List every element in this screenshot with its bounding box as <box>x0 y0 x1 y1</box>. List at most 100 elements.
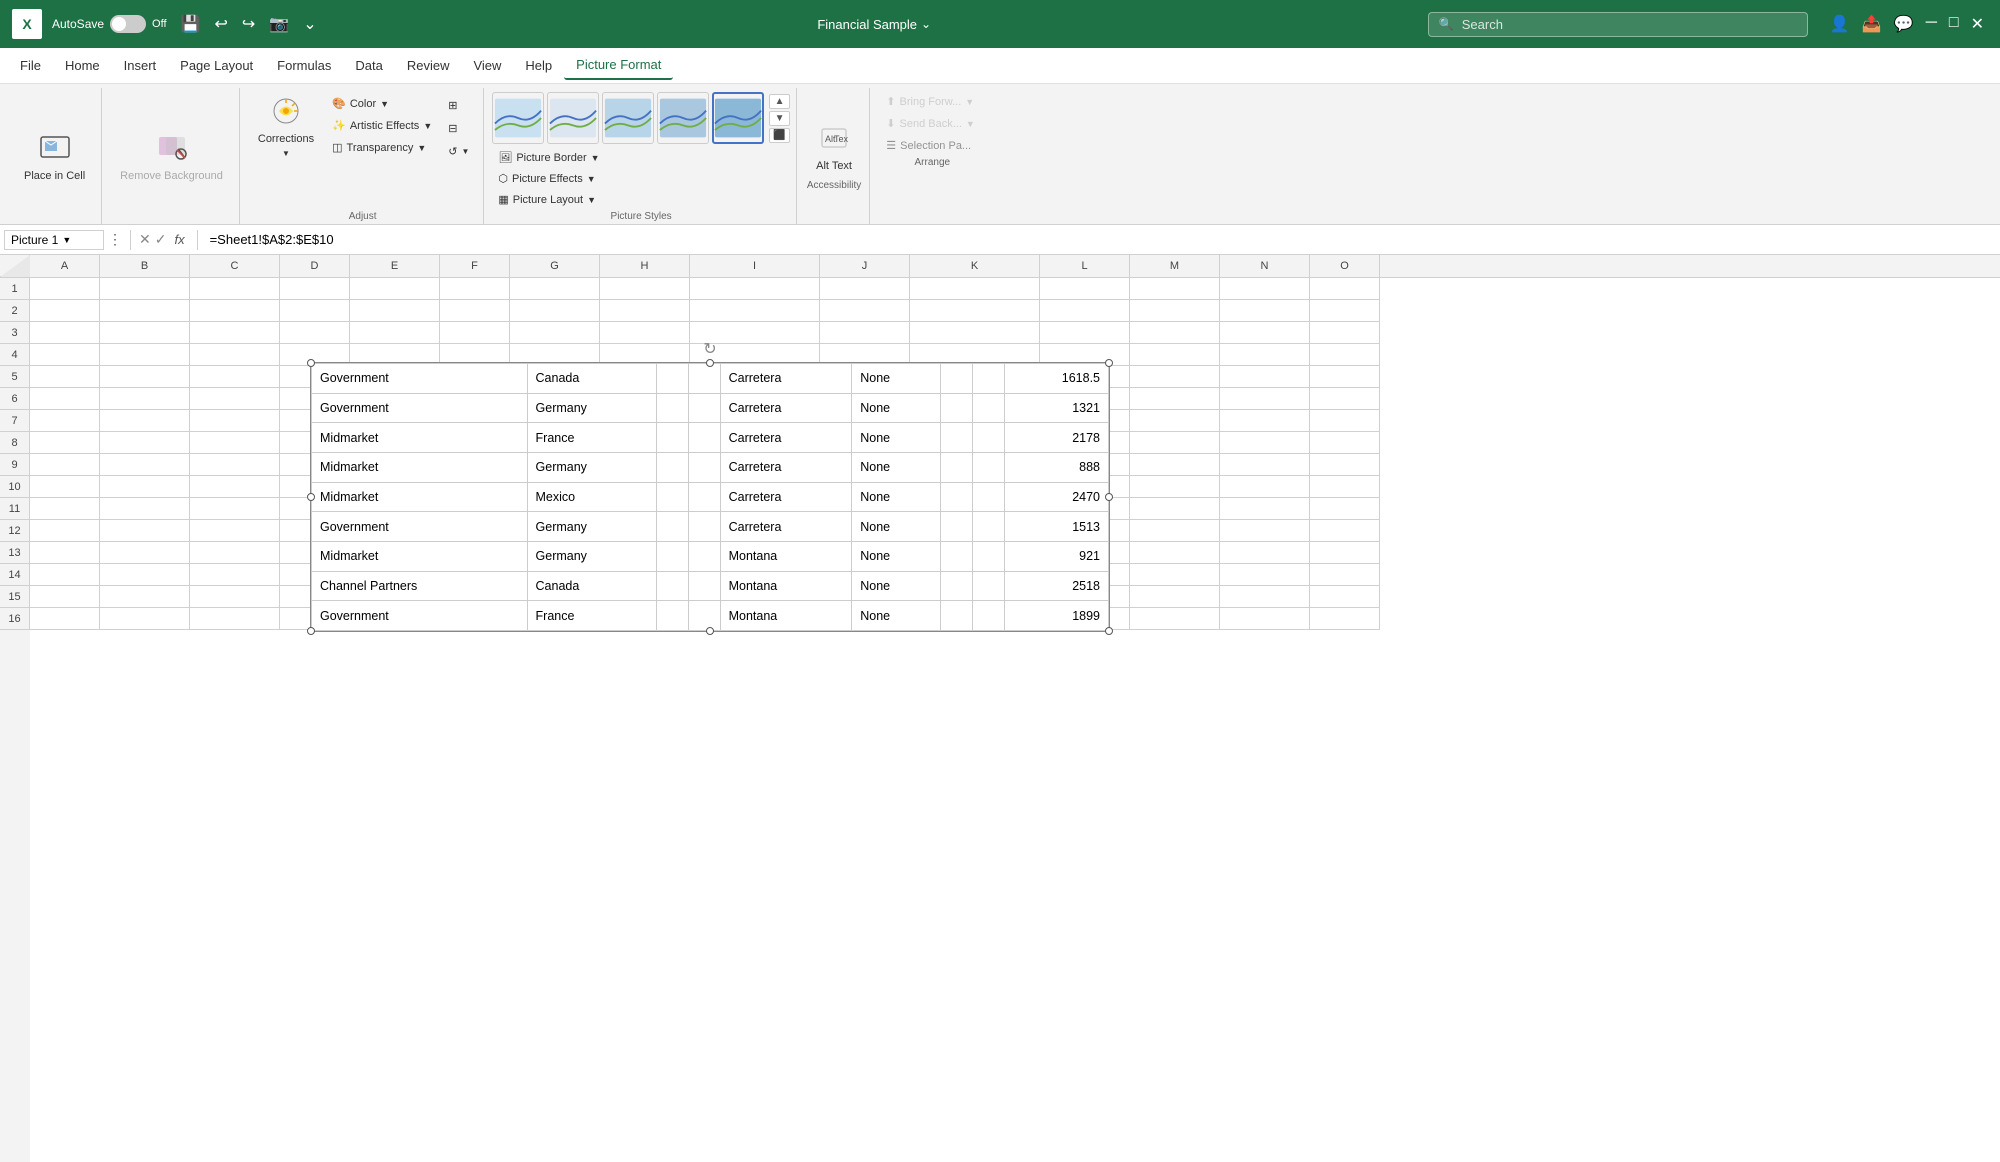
artistic-effects-button[interactable]: ✨ Artistic Effects ▼ <box>326 116 438 135</box>
cell-c12[interactable] <box>190 520 280 542</box>
cell-country-9[interactable]: France <box>527 601 656 631</box>
cell-o9[interactable] <box>1310 454 1380 476</box>
cell-value-9[interactable]: 1899 <box>1004 601 1108 631</box>
cell-m2[interactable] <box>1130 300 1220 322</box>
cell-b16[interactable] <box>100 608 190 630</box>
cell-c4[interactable] <box>190 344 280 366</box>
cell-discount-3[interactable]: None <box>852 423 940 453</box>
pic-style-1[interactable] <box>492 92 544 144</box>
minimize-icon[interactable]: ─ <box>1922 12 1941 36</box>
row-header-4[interactable]: 4 <box>0 344 30 366</box>
place-in-cell-button[interactable]: Place in Cell <box>16 127 93 187</box>
cell-c16[interactable] <box>190 608 280 630</box>
cell-country-1[interactable]: Canada <box>527 364 656 394</box>
close-icon[interactable]: ✕ <box>1967 12 1988 36</box>
cell-m8[interactable] <box>1130 432 1220 454</box>
cell-c3[interactable] <box>190 322 280 344</box>
cell-k2[interactable] <box>910 300 1040 322</box>
row-header-9[interactable]: 9 <box>0 454 30 476</box>
handle-bottom-center[interactable] <box>706 627 714 635</box>
cell-g2[interactable] <box>510 300 600 322</box>
menu-review[interactable]: Review <box>395 52 462 79</box>
col-header-k[interactable]: K <box>910 255 1040 277</box>
cell-country-5[interactable]: Mexico <box>527 482 656 512</box>
cell-c15[interactable] <box>190 586 280 608</box>
cell-l2[interactable] <box>1040 300 1130 322</box>
cell-product-9[interactable]: Montana <box>720 601 852 631</box>
cell-o8[interactable] <box>1310 432 1380 454</box>
picture-layout-button[interactable]: ▦ Picture Layout ▼ <box>492 190 789 209</box>
cell-a1[interactable] <box>30 278 100 300</box>
cell-m10[interactable] <box>1130 476 1220 498</box>
remove-background-button[interactable]: Remove Background <box>112 127 231 187</box>
cell-country-7[interactable]: Germany <box>527 541 656 571</box>
cell-m15[interactable] <box>1130 586 1220 608</box>
cell-b10[interactable] <box>100 476 190 498</box>
col-header-g[interactable]: G <box>510 255 600 277</box>
col-header-h[interactable]: H <box>600 255 690 277</box>
cell-discount-5[interactable]: None <box>852 482 940 512</box>
menu-formulas[interactable]: Formulas <box>265 52 343 79</box>
cell-b7[interactable] <box>100 410 190 432</box>
alt-text-button[interactable]: Alt Text Alt Text <box>808 121 860 177</box>
cell-o5[interactable] <box>1310 366 1380 388</box>
cell-product-5[interactable]: Carretera <box>720 482 852 512</box>
cell-product-8[interactable]: Montana <box>720 571 852 601</box>
cell-b1[interactable] <box>100 278 190 300</box>
cell-h1[interactable] <box>600 278 690 300</box>
cell-a8[interactable] <box>30 432 100 454</box>
cell-b9[interactable] <box>100 454 190 476</box>
cell-product-3[interactable]: Carretera <box>720 423 852 453</box>
cell-m12[interactable] <box>1130 520 1220 542</box>
cell-c5[interactable] <box>190 366 280 388</box>
cell-a5[interactable] <box>30 366 100 388</box>
cell-value-8[interactable]: 2518 <box>1004 571 1108 601</box>
cell-a7[interactable] <box>30 410 100 432</box>
cell-n10[interactable] <box>1220 476 1310 498</box>
send-backward-button[interactable]: ⬇ Send Back... ▼ <box>880 114 984 133</box>
cell-n9[interactable] <box>1220 454 1310 476</box>
cell-m11[interactable] <box>1130 498 1220 520</box>
rotate-handle[interactable]: ↻ <box>703 339 716 359</box>
cell-a2[interactable] <box>30 300 100 322</box>
cell-g1[interactable] <box>510 278 600 300</box>
handle-bottom-right[interactable] <box>1105 627 1113 635</box>
formula-bar-options-icon[interactable]: ⋮ <box>108 231 122 248</box>
cell-b8[interactable] <box>100 432 190 454</box>
cell-n15[interactable] <box>1220 586 1310 608</box>
cell-value-2[interactable]: 1321 <box>1004 393 1108 423</box>
cell-n14[interactable] <box>1220 564 1310 586</box>
cell-n8[interactable] <box>1220 432 1310 454</box>
col-header-l[interactable]: L <box>1040 255 1130 277</box>
cell-discount-8[interactable]: None <box>852 571 940 601</box>
autosave-toggle[interactable] <box>110 15 146 33</box>
handle-top-right[interactable] <box>1105 359 1113 367</box>
cell-b5[interactable] <box>100 366 190 388</box>
cell-country-2[interactable]: Germany <box>527 393 656 423</box>
transparency-button[interactable]: ◫ Transparency ▼ <box>326 138 438 157</box>
row-header-15[interactable]: 15 <box>0 586 30 608</box>
cell-value-4[interactable]: 888 <box>1004 452 1108 482</box>
menu-data[interactable]: Data <box>343 52 394 79</box>
name-box[interactable]: Picture 1 ▼ <box>4 230 104 250</box>
pic-style-3[interactable] <box>602 92 654 144</box>
cell-f3[interactable] <box>440 322 510 344</box>
cell-d3[interactable] <box>280 322 350 344</box>
cell-segment-3[interactable]: Midmarket <box>312 423 528 453</box>
cell-o3[interactable] <box>1310 322 1380 344</box>
menu-help[interactable]: Help <box>513 52 564 79</box>
cell-c13[interactable] <box>190 542 280 564</box>
cell-b13[interactable] <box>100 542 190 564</box>
reset-picture-button[interactable]: ↺ ▼ <box>442 142 475 161</box>
cell-d2[interactable] <box>280 300 350 322</box>
cell-j3[interactable] <box>820 322 910 344</box>
filename-dropdown-icon[interactable]: ⌄ <box>921 17 931 32</box>
cell-n16[interactable] <box>1220 608 1310 630</box>
cell-product-6[interactable]: Carretera <box>720 512 852 542</box>
cell-product-1[interactable]: Carretera <box>720 364 852 394</box>
cell-m9[interactable] <box>1130 454 1220 476</box>
cell-n13[interactable] <box>1220 542 1310 564</box>
cell-a11[interactable] <box>30 498 100 520</box>
cell-c8[interactable] <box>190 432 280 454</box>
cell-h3[interactable] <box>600 322 690 344</box>
